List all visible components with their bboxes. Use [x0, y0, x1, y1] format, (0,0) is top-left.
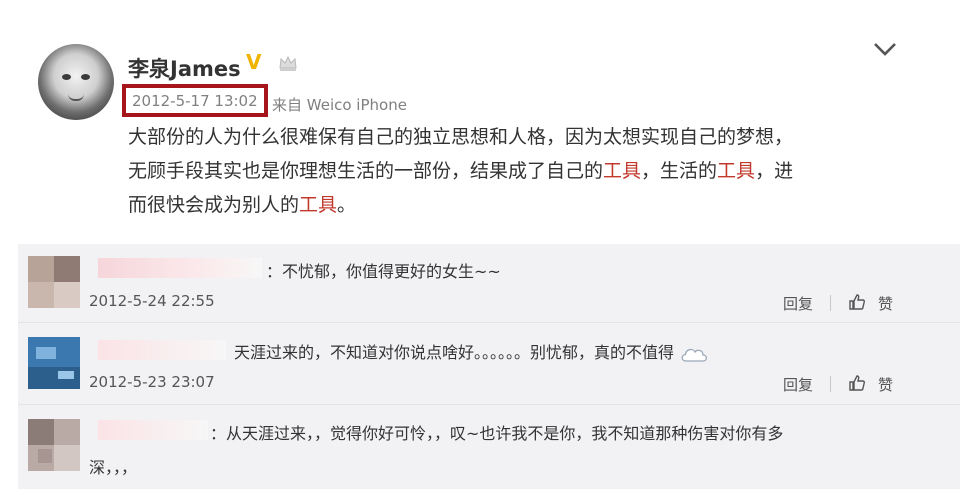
verified-v-icon: V	[246, 50, 262, 74]
comment-text-continued: 深，，，	[89, 458, 138, 477]
comment-text: ：不忧郁，你值得更好的女生~~	[266, 262, 501, 281]
post-content-line: 而很快会成为别人的工具。	[128, 188, 918, 222]
action-divider	[830, 295, 831, 311]
comment-avatar[interactable]	[28, 256, 80, 308]
post-text-segment: 无顾手段其实也是你理想生活的一部份，结果成了自己的	[128, 160, 604, 182]
post-content-line: 大部份的人为什么很难保有自己的独立思想和人格，因为太想实现自己的梦想，	[128, 120, 918, 154]
reply-button[interactable]: 回复	[783, 374, 813, 395]
comment-avatar[interactable]	[28, 419, 80, 471]
post-timestamp[interactable]: 2012-5-17 13:02	[132, 92, 258, 110]
comment-text: ：从天涯过来，，觉得你好可怜，，叹~也许我不是你，我不知道那种伤害对你有多	[210, 424, 784, 443]
comment-list: ：不忧郁，你值得更好的女生~~ 2012-5-24 22:55 回复 赞 天涯过…	[18, 244, 960, 489]
comment-author-blurred[interactable]	[98, 258, 262, 278]
post-source: 来自 Weico iPhone	[272, 96, 407, 114]
post-text-segment: 。	[337, 194, 357, 216]
highlighted-keyword[interactable]: 工具	[603, 160, 641, 182]
post-content: 大部份的人为什么很难保有自己的独立思想和人格，因为太想实现自己的梦想， 无顾手段其…	[128, 120, 918, 222]
highlighted-keyword[interactable]: 工具	[717, 160, 755, 182]
comment-time: 2012-5-23 23:07	[89, 373, 215, 391]
like-button[interactable]: 赞	[878, 293, 893, 314]
comment-text: 天涯过来的，不知道对你说点啥好。。。。。。别忧郁，真的不值得	[234, 339, 709, 364]
user-avatar[interactable]	[38, 44, 114, 120]
avatar-mouth	[68, 94, 84, 101]
post-text-segment: 而很快会成为别人的	[128, 194, 300, 216]
comment-author-blurred[interactable]	[98, 420, 208, 440]
post-text-segment: 大部份的人为什么很难保有自己的独立思想和人格，因为太想实现自己的梦想，	[128, 126, 794, 148]
reply-button[interactable]: 回复	[783, 293, 813, 314]
avatar-eye	[81, 74, 90, 80]
comment-avatar[interactable]	[28, 337, 80, 389]
post-text-segment: ，进	[755, 160, 794, 182]
comment-text-body: 天涯过来的，不知道对你说点啥好。。。。。。别忧郁，真的不值得	[234, 343, 675, 362]
weibo-post: 李泉James V 2012-5-17 13:02 来自 Weico iPhon…	[0, 0, 960, 244]
comment-divider	[18, 322, 960, 323]
highlighted-keyword[interactable]: 工具	[299, 194, 337, 216]
avatar-eye	[62, 74, 71, 80]
comment-author-blurred[interactable]	[98, 340, 226, 360]
post-text-segment: ，生活的	[641, 160, 718, 182]
cloud-emoji-icon	[681, 348, 708, 362]
post-content-line: 无顾手段其实也是你理想生活的一部份，结果成了自己的工具，生活的工具，进	[128, 154, 918, 188]
comment-time: 2012-5-24 22:55	[89, 292, 215, 310]
username[interactable]: 李泉James	[128, 53, 241, 83]
action-divider	[830, 376, 831, 392]
like-button[interactable]: 赞	[878, 374, 893, 395]
thumbs-up-icon[interactable]	[848, 293, 866, 311]
chevron-down-icon[interactable]	[870, 38, 900, 62]
comment-divider	[18, 404, 960, 405]
crown-icon	[279, 55, 297, 71]
thumbs-up-icon[interactable]	[848, 374, 866, 392]
